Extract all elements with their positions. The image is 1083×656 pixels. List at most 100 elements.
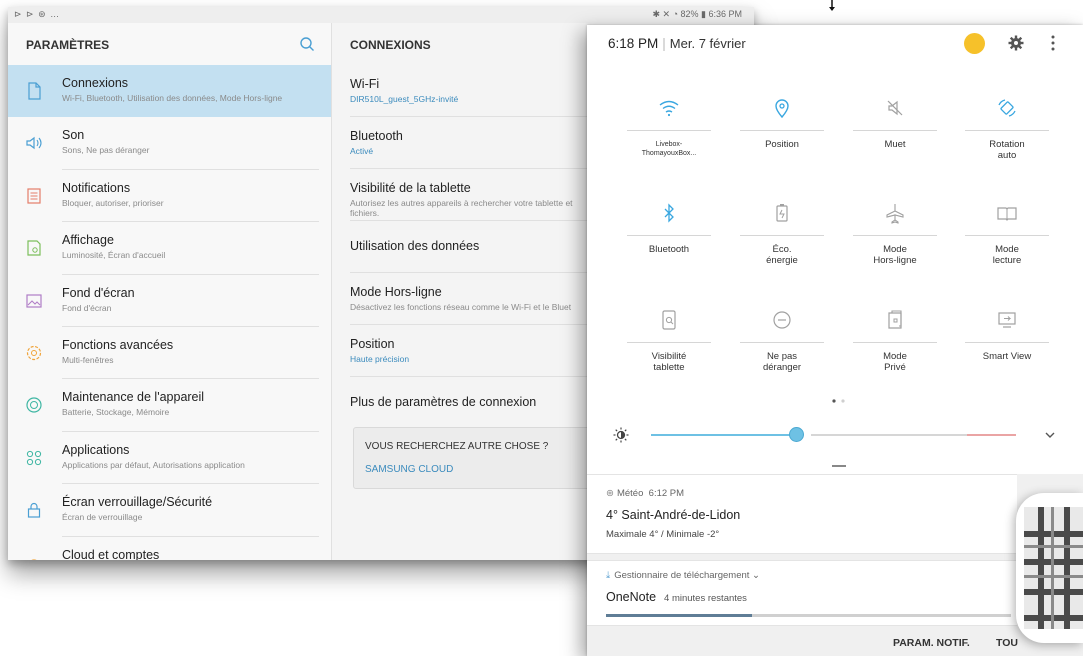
tile-rotation-auto[interactable]: Rotation auto (965, 95, 1049, 195)
page-indicator (832, 399, 845, 403)
smart-view-icon (998, 312, 1016, 328)
notification-app-line: ⤓ Gestionnaire de téléchargement ⌄ (606, 570, 760, 581)
floating-app-thumbnail[interactable] (1016, 493, 1083, 643)
settings-item-applications[interactable]: Applications Applications par défaut, Au… (8, 432, 331, 485)
notification-settings-button[interactable]: PARAM. NOTIF. (893, 637, 970, 649)
arrow-down-icon (829, 0, 835, 11)
tile-label: Rotation auto (989, 139, 1025, 161)
tile-label: Mode Hors-ligne (873, 244, 917, 266)
mute-icon (887, 100, 903, 116)
brightness-track-warning (967, 434, 1016, 436)
settings-item-label: Fonctions avancées (62, 337, 174, 352)
tile-smart-view[interactable]: Smart View (965, 307, 1049, 407)
settings-item-label: Notifications (62, 180, 131, 195)
tile-divider (740, 130, 824, 131)
tile-divider (627, 235, 711, 236)
gear-icon[interactable] (1007, 34, 1025, 52)
settings-item-maintenance[interactable]: Maintenance de l'appareil Batterie, Stoc… (8, 379, 331, 432)
settings-menu-pane: PARAMÈTRES Connexions Wi-Fi, Bluetooth, … (8, 23, 331, 560)
notifications-footer: PARAM. NOTIF. TOU (587, 632, 1083, 656)
clock-time: 6:18 PM (608, 36, 659, 51)
brightness-control (587, 423, 1083, 447)
settings-item-label: Écran verrouillage/Sécurité (62, 495, 213, 510)
settings-item-ecran-verrouillage[interactable]: Écran verrouillage/Sécurité Écran de ver… (8, 484, 331, 537)
cloud-key-icon (30, 558, 38, 560)
samsung-cloud-link[interactable]: SAMSUNG CLOUD (365, 464, 453, 475)
download-progress-fill (606, 614, 752, 617)
tile-divider (740, 342, 824, 343)
tile-mode-lecture[interactable]: Mode lecture (965, 200, 1049, 300)
settings-item-notifications[interactable]: Notifications Bloquer, autoriser, priori… (8, 170, 331, 223)
connexion-item-sub: Autorisez les autres appareils à recherc… (350, 198, 573, 218)
maintenance-icon (26, 397, 42, 413)
settings-item-sub: Bloquer, autoriser, prioriser (62, 197, 164, 208)
tile-mode-hors-ligne[interactable]: Mode Hors-ligne (853, 200, 937, 300)
settings-item-son[interactable]: Son Sons, Ne pas déranger (8, 117, 331, 170)
settings-item-connexions[interactable]: Connexions Wi-Fi, Bluetooth, Utilisation… (8, 65, 331, 118)
tile-mode-prive[interactable]: Mode Privé (853, 307, 937, 407)
settings-item-sub: Multi-fenêtres (62, 354, 114, 365)
tile-eco-energie[interactable]: Éco. énergie (740, 200, 824, 300)
settings-item-sub: Batterie, Stockage, Mémoire (62, 407, 170, 418)
grid-pattern-image (1024, 507, 1083, 629)
search-icon[interactable] (298, 35, 316, 53)
download-remaining: 4 minutes restantes (664, 593, 747, 604)
status-bar: ⊳ ⊳ ⊛ … ✱ ✕ ◔ 82% ▮ 6:36 PM (8, 7, 754, 23)
notification-title: 4° Saint-André-de-Lidon (606, 508, 741, 522)
connexions-title: CONNEXIONS (350, 38, 431, 52)
connexion-item-label: Utilisation des données (350, 239, 480, 253)
settings-item-label: Maintenance de l'appareil (62, 390, 205, 405)
settings-item-cloud-comptes[interactable]: Cloud et comptes (8, 537, 331, 560)
panel-drag-handle[interactable] (832, 465, 846, 467)
notification-weather[interactable]: ⊛ Météo 6:12 PM 4° Saint-André-de-Lidon M… (587, 474, 1017, 554)
download-progress-bar (606, 614, 1011, 617)
notification-app-name: Gestionnaire de téléchargement (614, 570, 750, 581)
clear-all-button[interactable]: TOU (996, 637, 1018, 649)
tile-muet[interactable]: Muet (853, 95, 937, 195)
bluetooth-icon (664, 203, 674, 223)
settings-item-label: Applications (62, 442, 130, 457)
avatar[interactable] (964, 33, 985, 54)
settings-item-affichage[interactable]: Affichage Luminosité, Écran d'accueil (8, 222, 331, 275)
notifications-area: ⊛ Météo 6:12 PM 4° Saint-André-de-Lidon M… (587, 474, 1083, 656)
speaker-icon (26, 137, 42, 150)
tile-label: Position (765, 139, 799, 150)
rotation-icon (998, 99, 1016, 117)
tile-visibilite-tablette[interactable]: Visibilité tablette (627, 307, 711, 407)
tile-wifi[interactable]: Livebox- ThomayouxBox... (627, 95, 711, 195)
notification-download[interactable]: ⤓ Gestionnaire de téléchargement ⌄ OneNot… (587, 560, 1017, 626)
settings-item-fonctions-avancees[interactable]: Fonctions avancées Multi-fenêtres (8, 327, 331, 380)
tile-ne-pas-deranger[interactable]: Ne pas déranger (740, 307, 824, 407)
chevron-down-icon[interactable]: ⌄ (752, 570, 760, 581)
tile-divider (965, 130, 1049, 131)
settings-item-fond-ecran[interactable]: Fond d'écran Fond d'écran (8, 275, 331, 327)
chevron-down-icon[interactable] (1043, 428, 1057, 442)
weather-app-icon: ⊛ (606, 488, 614, 499)
more-options-icon[interactable] (1046, 34, 1060, 52)
notification-list-icon (27, 188, 41, 204)
notification-app-line: ⊛ Météo 6:12 PM (606, 488, 684, 499)
tile-label: Smart View (982, 351, 1032, 362)
connexion-item-sub: Désactivez les fonctions réseau comme le… (350, 302, 572, 312)
tile-position[interactable]: Position (740, 95, 824, 195)
tile-label: Éco. énergie (766, 244, 798, 266)
brightness-icon (613, 427, 629, 443)
tile-label: Visibilité tablette (651, 351, 687, 373)
tile-bluetooth[interactable]: Bluetooth (627, 200, 711, 300)
clock-date: 6:18 PM | Mer. 7 février (608, 36, 746, 51)
status-bar-left-icons: ⊳ ⊳ ⊛ … (14, 9, 61, 19)
apps-grid-icon (26, 450, 42, 465)
settings-item-label: Son (62, 128, 85, 143)
quick-panel-header: 6:18 PM | Mer. 7 février (587, 25, 1083, 69)
settings-item-sub: Luminosité, Écran d'accueil (62, 250, 166, 261)
status-bar-right-info: ✱ ✕ ◔ 82% ▮ 6:36 PM (652, 9, 742, 19)
brightness-slider-thumb[interactable] (789, 427, 804, 442)
settings-item-sub: Applications par défaut, Autorisations a… (62, 459, 245, 470)
lock-icon (27, 503, 41, 518)
tile-divider (627, 342, 711, 343)
airplane-icon (886, 204, 904, 224)
wifi-icon (659, 100, 679, 117)
connexion-item-label: Bluetooth (350, 129, 403, 143)
settings-item-sub: Écran de verrouillage (62, 512, 143, 523)
settings-item-label: Cloud et comptes (62, 547, 160, 560)
